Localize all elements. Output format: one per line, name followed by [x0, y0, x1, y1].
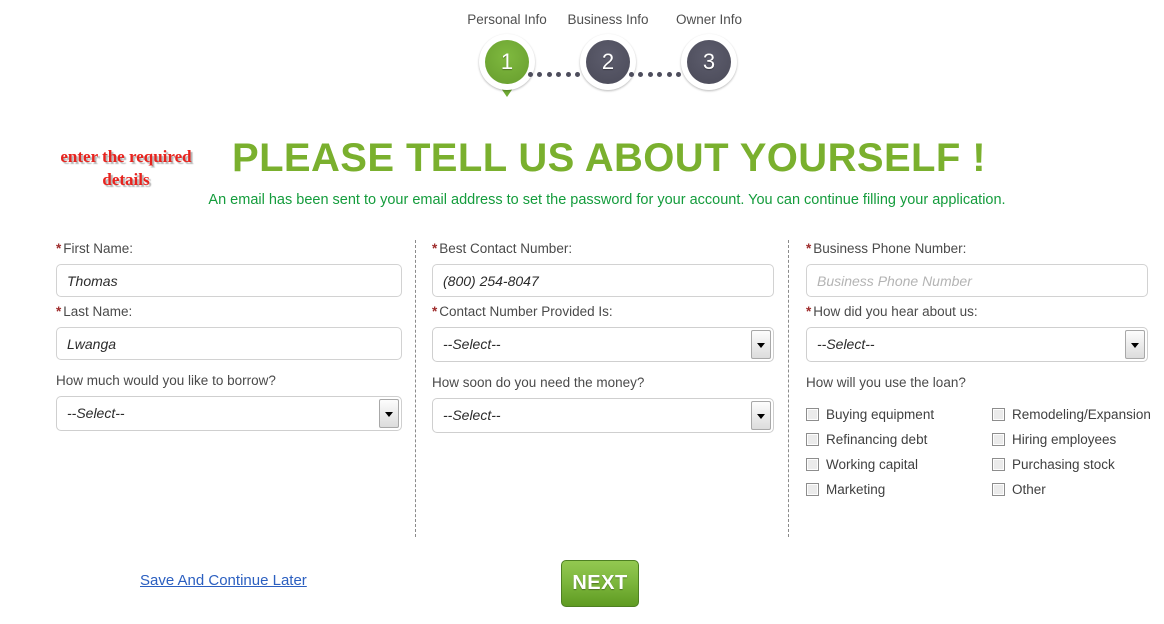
business-phone-label-text: Business Phone Number:: [813, 241, 967, 256]
contact-number-type-label: * Contact Number Provided Is:: [432, 303, 774, 327]
best-contact-number-label-text: Best Contact Number:: [439, 241, 573, 256]
form-column-3: *Business Phone Number: *How did you hea…: [806, 240, 1151, 506]
contact-number-type-select[interactable]: --Select--: [432, 327, 774, 362]
hear-about-us-value: --Select--: [817, 336, 875, 352]
checkbox-icon[interactable]: [992, 458, 1005, 471]
checkbox-other[interactable]: Other: [992, 477, 1151, 502]
stepper-bubble: 3: [681, 34, 737, 90]
checkbox-icon[interactable]: [806, 458, 819, 471]
field-best-contact-number: * Best Contact Number:: [432, 240, 774, 297]
borrow-amount-value: --Select--: [67, 405, 125, 421]
progress-stepper: Personal Info 1 Business Info 2 Owner In…: [0, 12, 1164, 102]
best-contact-number-input[interactable]: [432, 264, 774, 297]
checkbox-buying-equipment[interactable]: Buying equipment: [806, 402, 934, 427]
stepper-step-label: Owner Info: [675, 12, 743, 27]
money-needed-by-select[interactable]: --Select--: [432, 398, 774, 433]
page-title: PLEASE TELL US ABOUT YOURSELF !: [232, 136, 986, 180]
checkbox-label: Buying equipment: [826, 407, 935, 422]
checkbox-label: Marketing: [826, 482, 886, 497]
checkbox-label: Purchasing stock: [1012, 457, 1115, 472]
checkbox-label: Refinancing debt: [826, 432, 928, 447]
checkbox-refinancing-debt[interactable]: Refinancing debt: [806, 427, 934, 452]
form-column-1: *First Name: *Last Name: How much would …: [56, 240, 402, 431]
business-phone-label: * Business Phone Number:: [806, 240, 1148, 264]
money-needed-by-label: How soon do you need the money?: [432, 375, 645, 390]
field-last-name: * Last Name:: [56, 303, 402, 360]
last-name-label-text: Last Name:: [63, 304, 133, 319]
field-business-phone: * Business Phone Number:: [806, 240, 1148, 297]
form-column-2: *Best Contact Number: *Contact Number Pr…: [432, 240, 774, 433]
checkbox-icon[interactable]: [806, 433, 819, 446]
checkbox-icon[interactable]: [992, 408, 1005, 421]
chevron-down-icon[interactable]: [1125, 330, 1145, 359]
hear-about-us-label-text: How did you hear about us:: [813, 304, 978, 319]
loan-use-column-right: Remodeling/Expansion Hiring employees Pu…: [992, 402, 1151, 502]
column-divider-1: [415, 240, 416, 537]
last-name-input[interactable]: [56, 327, 402, 360]
first-name-label-text: First Name:: [63, 241, 134, 256]
checkbox-icon[interactable]: [806, 483, 819, 496]
checkbox-marketing[interactable]: Marketing: [806, 477, 934, 502]
checkbox-working-capital[interactable]: Working capital: [806, 452, 934, 477]
checkbox-label: Working capital: [826, 457, 919, 472]
first-name-label: * First Name:: [56, 240, 402, 264]
hear-about-us-select[interactable]: --Select--: [806, 327, 1148, 362]
field-hear-about-us: * How did you hear about us: --Select--: [806, 303, 1148, 362]
loan-use-label: How will you use the loan?: [806, 375, 966, 390]
stepper-step-number: 1: [485, 40, 529, 84]
first-name-input[interactable]: [56, 264, 402, 297]
field-money-needed-by: How soon do you need the money? --Select…: [432, 374, 774, 433]
checkbox-label: Remodeling/Expansion: [1012, 407, 1151, 422]
column-divider-2: [788, 240, 789, 537]
checkbox-label: Other: [1012, 482, 1046, 497]
best-contact-number-label: * Best Contact Number:: [432, 240, 774, 264]
field-borrow-amount: How much would you like to borrow? --Sel…: [56, 372, 402, 431]
borrow-amount-label: How much would you like to borrow?: [56, 373, 276, 388]
checkbox-icon[interactable]: [806, 408, 819, 421]
chevron-down-icon[interactable]: [751, 401, 771, 430]
annotation-note: enter the required details: [60, 147, 192, 189]
stepper-step-label: Business Info: [567, 12, 649, 27]
money-needed-by-value: --Select--: [443, 407, 501, 423]
checkbox-label: Hiring employees: [1012, 432, 1117, 447]
checkbox-icon[interactable]: [992, 483, 1005, 496]
contact-number-type-label-text: Contact Number Provided Is:: [439, 304, 613, 319]
stepper-step-number: 3: [687, 40, 731, 84]
stepper-step-label: Personal Info: [467, 12, 547, 27]
stepper-bubble: 1: [479, 34, 535, 97]
contact-number-type-value: --Select--: [443, 336, 501, 352]
stepper-step-owner-info[interactable]: Owner Info 3: [654, 12, 764, 90]
loan-use-checkbox-grid: Buying equipment Refinancing debt Workin…: [806, 398, 1151, 506]
chevron-down-icon[interactable]: [379, 399, 399, 428]
application-form: *First Name: *Last Name: How much would …: [0, 240, 1164, 545]
stepper-step-number: 2: [586, 40, 630, 84]
field-loan-use: How will you use the loan? Buying equipm…: [806, 374, 1151, 506]
checkbox-purchasing-stock[interactable]: Purchasing stock: [992, 452, 1151, 477]
borrow-amount-select[interactable]: --Select--: [56, 396, 402, 431]
save-and-continue-later-link[interactable]: Save And Continue Later: [140, 572, 307, 589]
field-first-name: * First Name:: [56, 240, 402, 297]
hear-about-us-label: * How did you hear about us:: [806, 303, 1148, 327]
last-name-label: * Last Name:: [56, 303, 402, 327]
checkbox-hiring-employees[interactable]: Hiring employees: [992, 427, 1151, 452]
stepper-bubble: 2: [580, 34, 636, 90]
field-contact-number-type: * Contact Number Provided Is: --Select--: [432, 303, 774, 362]
page-subtitle: An email has been sent to your email add…: [208, 192, 1006, 208]
chevron-down-icon[interactable]: [751, 330, 771, 359]
stepper-step-personal-info[interactable]: Personal Info 1: [452, 12, 562, 97]
loan-use-column-left: Buying equipment Refinancing debt Workin…: [806, 402, 934, 502]
checkbox-remodeling-expansion[interactable]: Remodeling/Expansion: [992, 402, 1151, 427]
stepper-step-business-info[interactable]: Business Info 2: [553, 12, 663, 90]
checkbox-icon[interactable]: [992, 433, 1005, 446]
next-button[interactable]: NEXT: [561, 560, 639, 607]
business-phone-input[interactable]: [806, 264, 1148, 297]
